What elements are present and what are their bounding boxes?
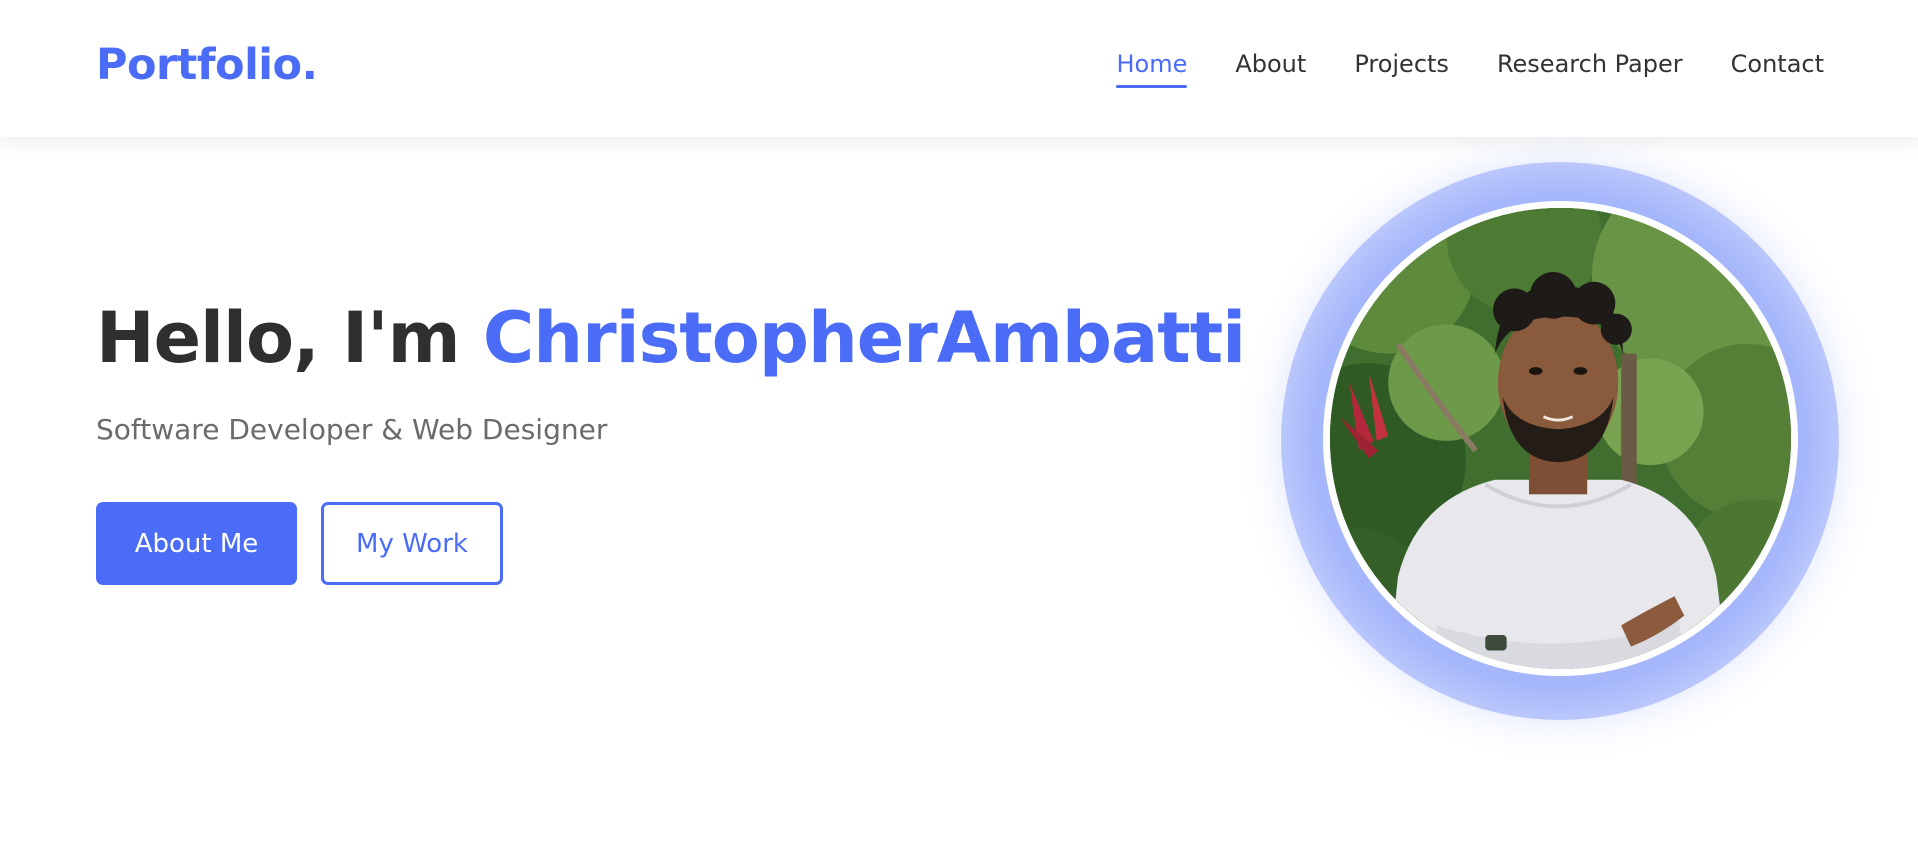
nav-link-research-paper[interactable]: Research Paper bbox=[1497, 50, 1683, 84]
logo[interactable]: Portfolio. bbox=[96, 40, 318, 90]
hero-name: ChristopherAmbatti bbox=[482, 297, 1246, 379]
hero-title: Hello, I'm ChristopherAmbatti bbox=[96, 297, 1246, 379]
nav-link-projects[interactable]: Projects bbox=[1354, 50, 1449, 84]
nav-link-contact[interactable]: Contact bbox=[1731, 50, 1824, 84]
profile-photo bbox=[1323, 201, 1798, 676]
nav-link-about[interactable]: About bbox=[1235, 50, 1306, 84]
hero-greeting: Hello, I'm bbox=[96, 297, 461, 379]
profile-photo-illustration bbox=[1330, 208, 1791, 669]
hero-subtitle: Software Developer & Web Designer bbox=[96, 413, 608, 446]
my-work-button[interactable]: My Work bbox=[321, 502, 503, 585]
page: Portfolio. Home About Projects Research … bbox=[0, 0, 1918, 867]
about-me-button[interactable]: About Me bbox=[96, 502, 297, 585]
navbar: Portfolio. Home About Projects Research … bbox=[0, 0, 1918, 137]
nav-link-home[interactable]: Home bbox=[1116, 50, 1187, 88]
main-nav: Home About Projects Research Paper Conta… bbox=[1116, 50, 1824, 88]
